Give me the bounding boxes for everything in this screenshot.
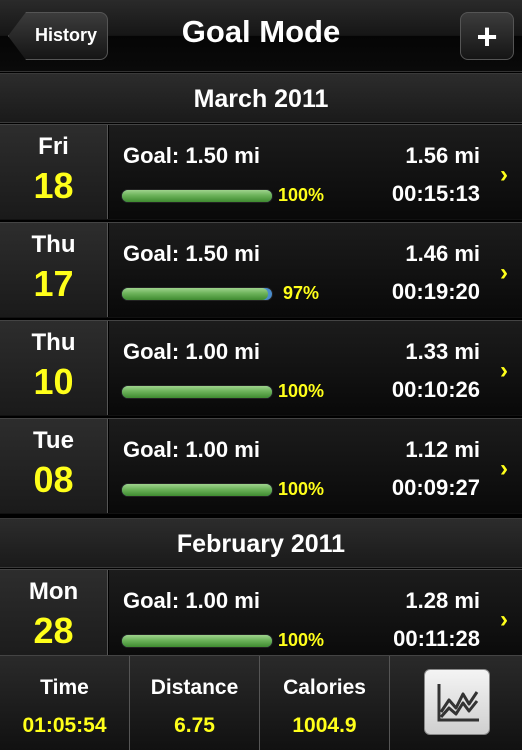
- day-number: 10: [33, 361, 74, 402]
- calories-value: 1004.9: [292, 714, 357, 737]
- date-cell: Fri 18: [0, 125, 108, 219]
- duration-text: 00:10:26: [391, 377, 480, 402]
- progress-bar: [121, 385, 273, 399]
- workout-row[interactable]: Thu 10 Goal: 1.00 mi 1.33 mi 100% 00:10:…: [0, 320, 522, 416]
- progress-fill: [122, 635, 272, 647]
- goal-text: Goal: 1.50 mi: [123, 241, 260, 266]
- duration-text: 00:15:13: [391, 181, 480, 206]
- nav-bar: History Goal Mode +: [0, 0, 522, 72]
- percent-text: 100%: [278, 479, 325, 499]
- date-cell: Tue 08: [0, 419, 108, 513]
- chevron-right-icon: ›: [500, 161, 508, 188]
- workout-row[interactable]: Fri 18 Goal: 1.50 mi 1.56 mi 100% 00:15:…: [0, 124, 522, 220]
- goal-text: Goal: 1.00 mi: [123, 437, 260, 462]
- page-title: Goal Mode: [181, 14, 341, 49]
- distance-value: 6.75: [174, 714, 215, 737]
- distance-text: 1.33 mi: [405, 339, 480, 364]
- duration-text: 00:11:28: [393, 626, 480, 651]
- duration-text: 00:19:20: [391, 279, 480, 304]
- progress-bar: [121, 634, 273, 648]
- workout-row[interactable]: Mon 28 Goal: 1.00 mi 1.28 mi 100% 00:11:…: [0, 569, 522, 665]
- chart-button[interactable]: [424, 669, 490, 735]
- progress-bar: [121, 483, 273, 497]
- distance-text: 1.28 mi: [405, 588, 480, 613]
- time-value: 01:05:54: [22, 714, 107, 737]
- chevron-right-icon: ›: [500, 606, 508, 633]
- workout-row[interactable]: Tue 08 Goal: 1.00 mi 1.12 mi 100% 00:09:…: [0, 418, 522, 514]
- distance-text: 1.12 mi: [405, 437, 480, 462]
- distance-text: 1.56 mi: [405, 143, 480, 168]
- date-cell: Thu 17: [0, 223, 108, 317]
- date-cell: Mon 28: [0, 570, 108, 664]
- day-of-week: Mon: [28, 578, 79, 605]
- progress-bar: [121, 189, 273, 203]
- progress-fill: [122, 190, 272, 202]
- plus-icon: +: [476, 16, 498, 57]
- duration-text: 00:09:27: [391, 475, 480, 500]
- section-header-march: March 2011: [0, 73, 522, 123]
- day-of-week: Thu: [31, 231, 76, 258]
- day-of-week: Thu: [31, 329, 76, 356]
- distance-label: Distance: [150, 676, 239, 699]
- summary-footer: Time 01:05:54 Distance 6.75 Calories 100…: [0, 655, 522, 750]
- percent-text: 100%: [278, 185, 325, 205]
- calories-label: Calories: [283, 676, 366, 699]
- goal-text: Goal: 1.50 mi: [123, 143, 260, 168]
- percent-text: 97%: [283, 283, 320, 303]
- day-number: 28: [33, 610, 74, 651]
- progress-fill: [122, 386, 272, 398]
- row-details: Goal: 1.50 mi 1.46 mi 97% 00:19:20 ›: [109, 223, 522, 317]
- row-details: Goal: 1.00 mi 1.33 mi 100% 00:10:26 ›: [109, 321, 522, 415]
- day-number: 08: [33, 459, 74, 500]
- goal-text: Goal: 1.00 mi: [123, 588, 260, 613]
- progress-fill: [122, 288, 268, 300]
- percent-text: 100%: [278, 630, 325, 650]
- distance-text: 1.46 mi: [405, 241, 480, 266]
- distance-stat: Distance 6.75: [130, 656, 260, 750]
- percent-text: 100%: [278, 381, 325, 401]
- line-chart-icon: [437, 684, 479, 722]
- row-details: Goal: 1.00 mi 1.28 mi 100% 00:11:28 ›: [109, 570, 522, 664]
- time-stat: Time 01:05:54: [0, 656, 130, 750]
- calories-stat: Calories 1004.9: [260, 656, 390, 750]
- progress-bar: [121, 287, 273, 301]
- row-details: Goal: 1.00 mi 1.12 mi 100% 00:09:27 ›: [109, 419, 522, 513]
- day-of-week: Fri: [38, 133, 69, 160]
- day-number: 17: [33, 263, 74, 304]
- progress-fill: [122, 484, 272, 496]
- add-button[interactable]: +: [460, 12, 514, 60]
- workout-row[interactable]: Thu 17 Goal: 1.50 mi 1.46 mi 97% 00:19:2…: [0, 222, 522, 318]
- time-label: Time: [40, 676, 89, 699]
- chevron-right-icon: ›: [500, 455, 508, 482]
- chevron-right-icon: ›: [500, 357, 508, 384]
- day-of-week: Tue: [33, 427, 74, 454]
- section-header-february: February 2011: [0, 518, 522, 568]
- date-cell: Thu 10: [0, 321, 108, 415]
- goal-text: Goal: 1.00 mi: [123, 339, 260, 364]
- chevron-right-icon: ›: [500, 259, 508, 286]
- row-details: Goal: 1.50 mi 1.56 mi 100% 00:15:13 ›: [109, 125, 522, 219]
- day-number: 18: [33, 165, 74, 206]
